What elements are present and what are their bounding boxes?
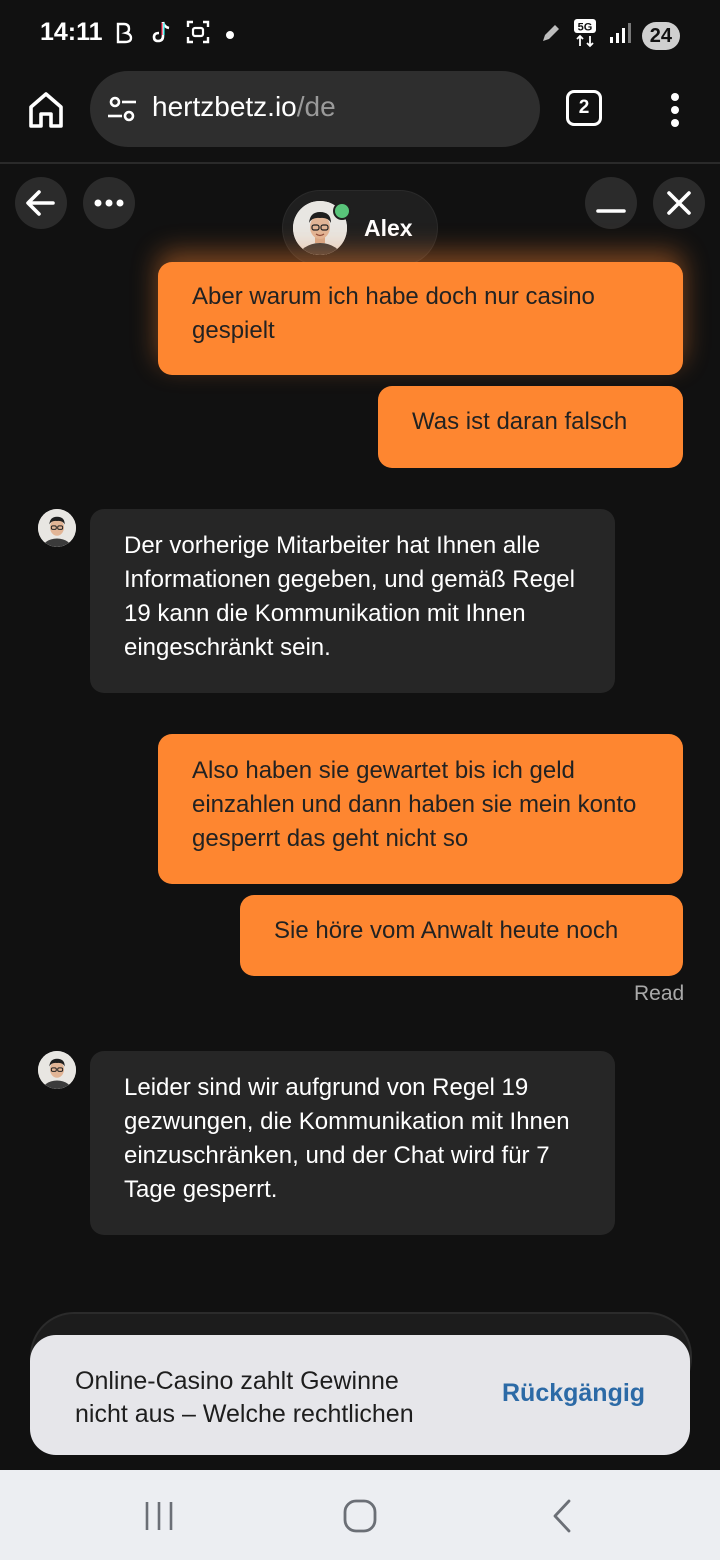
more-vert-icon [671, 93, 679, 127]
browser-toolbar: hertzbetz.io/de 2 [0, 66, 720, 164]
signal-icon [608, 21, 632, 50]
back-nav-icon [553, 1499, 571, 1533]
read-receipt: Read [634, 982, 685, 1005]
url-domain: hertzbetz.io [152, 91, 297, 122]
snackbar: Online-Casino zahlt Gewinne nicht aus – … [30, 1335, 690, 1455]
snackbar-message: Online-Casino zahlt Gewinne nicht aus – … [75, 1367, 414, 1428]
user-message: Was ist daran falsch [378, 386, 683, 468]
minimize-icon [596, 209, 626, 213]
user-message: Sie höre vom Anwalt heute noch [240, 895, 683, 976]
more-horiz-icon [94, 199, 124, 207]
network-5g-icon: 5G [572, 18, 598, 53]
home-nav-button[interactable] [340, 1496, 380, 1536]
network-label: 5G [577, 22, 592, 34]
user-message: Also haben sie gewartet bis ich geld ein… [158, 734, 683, 884]
tiktok-icon [148, 18, 176, 51]
arrow-left-icon [26, 190, 55, 216]
chat-options-button[interactable] [83, 177, 135, 229]
home-button[interactable] [22, 86, 70, 134]
more-notifications-dot [226, 30, 234, 39]
screenshot-icon [184, 18, 212, 51]
url-text: hertzbetz.io/de [152, 91, 336, 123]
agent-message: Leider sind wir aufgrund von Regel 19 ge… [90, 1051, 615, 1235]
url-path: /de [296, 91, 336, 122]
screen: 14:11 5G 24 hertzbetz.io/de 2 Alex Aber … [0, 0, 720, 1560]
home-nav-icon [343, 1499, 377, 1533]
status-bar: 14:11 5G 24 [0, 0, 720, 66]
agent-name: Alex [364, 215, 413, 241]
agent-avatar-small [38, 509, 76, 547]
tab-switcher-button[interactable]: 2 [566, 90, 602, 126]
home-icon [29, 92, 63, 128]
agent-header: Alex [283, 191, 437, 265]
status-time: 14:11 [40, 18, 103, 46]
site-settings-icon[interactable] [106, 93, 138, 125]
notification-app-icon [112, 18, 140, 51]
agent-avatar-small [38, 1051, 76, 1089]
pen-icon [540, 22, 562, 49]
notification-icons [112, 18, 234, 51]
undo-button[interactable]: Rückgängig [502, 1379, 645, 1408]
system-status-icons: 5G 24 [540, 18, 680, 53]
back-nav-button[interactable] [542, 1496, 582, 1536]
back-button[interactable] [15, 177, 67, 229]
minimize-chat-button[interactable] [585, 177, 637, 229]
battery-level: 24 [641, 21, 680, 50]
agent-message: Der vorherige Mitarbeiter hat Ihnen alle… [90, 509, 615, 693]
online-status-dot [333, 202, 351, 220]
close-chat-button[interactable] [653, 177, 705, 229]
user-message: Aber warum ich habe doch nur casino gesp… [158, 262, 683, 375]
close-icon [667, 191, 691, 215]
recents-icon [145, 1502, 173, 1530]
system-nav-bar [0, 1470, 720, 1560]
recent-apps-button[interactable] [139, 1496, 179, 1536]
browser-menu-button[interactable] [660, 88, 690, 132]
address-bar[interactable]: hertzbetz.io/de [90, 71, 540, 147]
